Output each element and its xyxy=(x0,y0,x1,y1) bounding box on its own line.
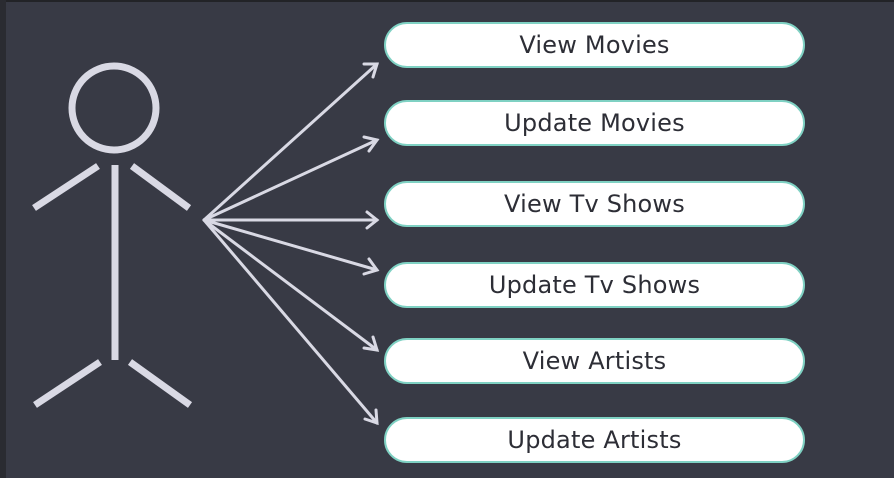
arrow-5-line xyxy=(202,218,379,352)
arrow-1-line xyxy=(202,62,379,222)
actor-left-leg xyxy=(33,359,102,408)
association-arrows xyxy=(202,62,380,426)
actor-icon xyxy=(32,62,193,408)
use-case-diagram: View Movies Update Movies View Tv Shows … xyxy=(0,0,894,478)
use-case-update-movies: Update Movies xyxy=(384,100,805,146)
arrow-6-line xyxy=(202,218,379,425)
actor-left-arm xyxy=(32,163,100,211)
use-case-update-artists: Update Artists xyxy=(384,417,805,463)
diagram-graphics xyxy=(32,62,380,426)
use-case-label: View Movies xyxy=(519,31,670,59)
use-case-label: View Artists xyxy=(522,347,667,375)
use-case-view-tv-shows: View Tv Shows xyxy=(384,181,805,227)
use-case-label: Update Movies xyxy=(504,109,685,137)
use-case-view-movies: View Movies xyxy=(384,22,805,68)
use-case-update-tv-shows: Update Tv Shows xyxy=(384,262,805,308)
actor-head xyxy=(68,62,160,154)
use-case-label: View Tv Shows xyxy=(504,190,685,218)
use-case-view-artists: View Artists xyxy=(384,338,805,384)
arrow-4-line xyxy=(202,218,379,272)
arrow-2-line xyxy=(202,138,379,222)
actor-right-leg xyxy=(127,359,193,408)
actor-right-arm xyxy=(129,163,192,211)
use-case-label: Update Artists xyxy=(507,426,682,454)
use-case-label: Update Tv Shows xyxy=(488,271,701,299)
